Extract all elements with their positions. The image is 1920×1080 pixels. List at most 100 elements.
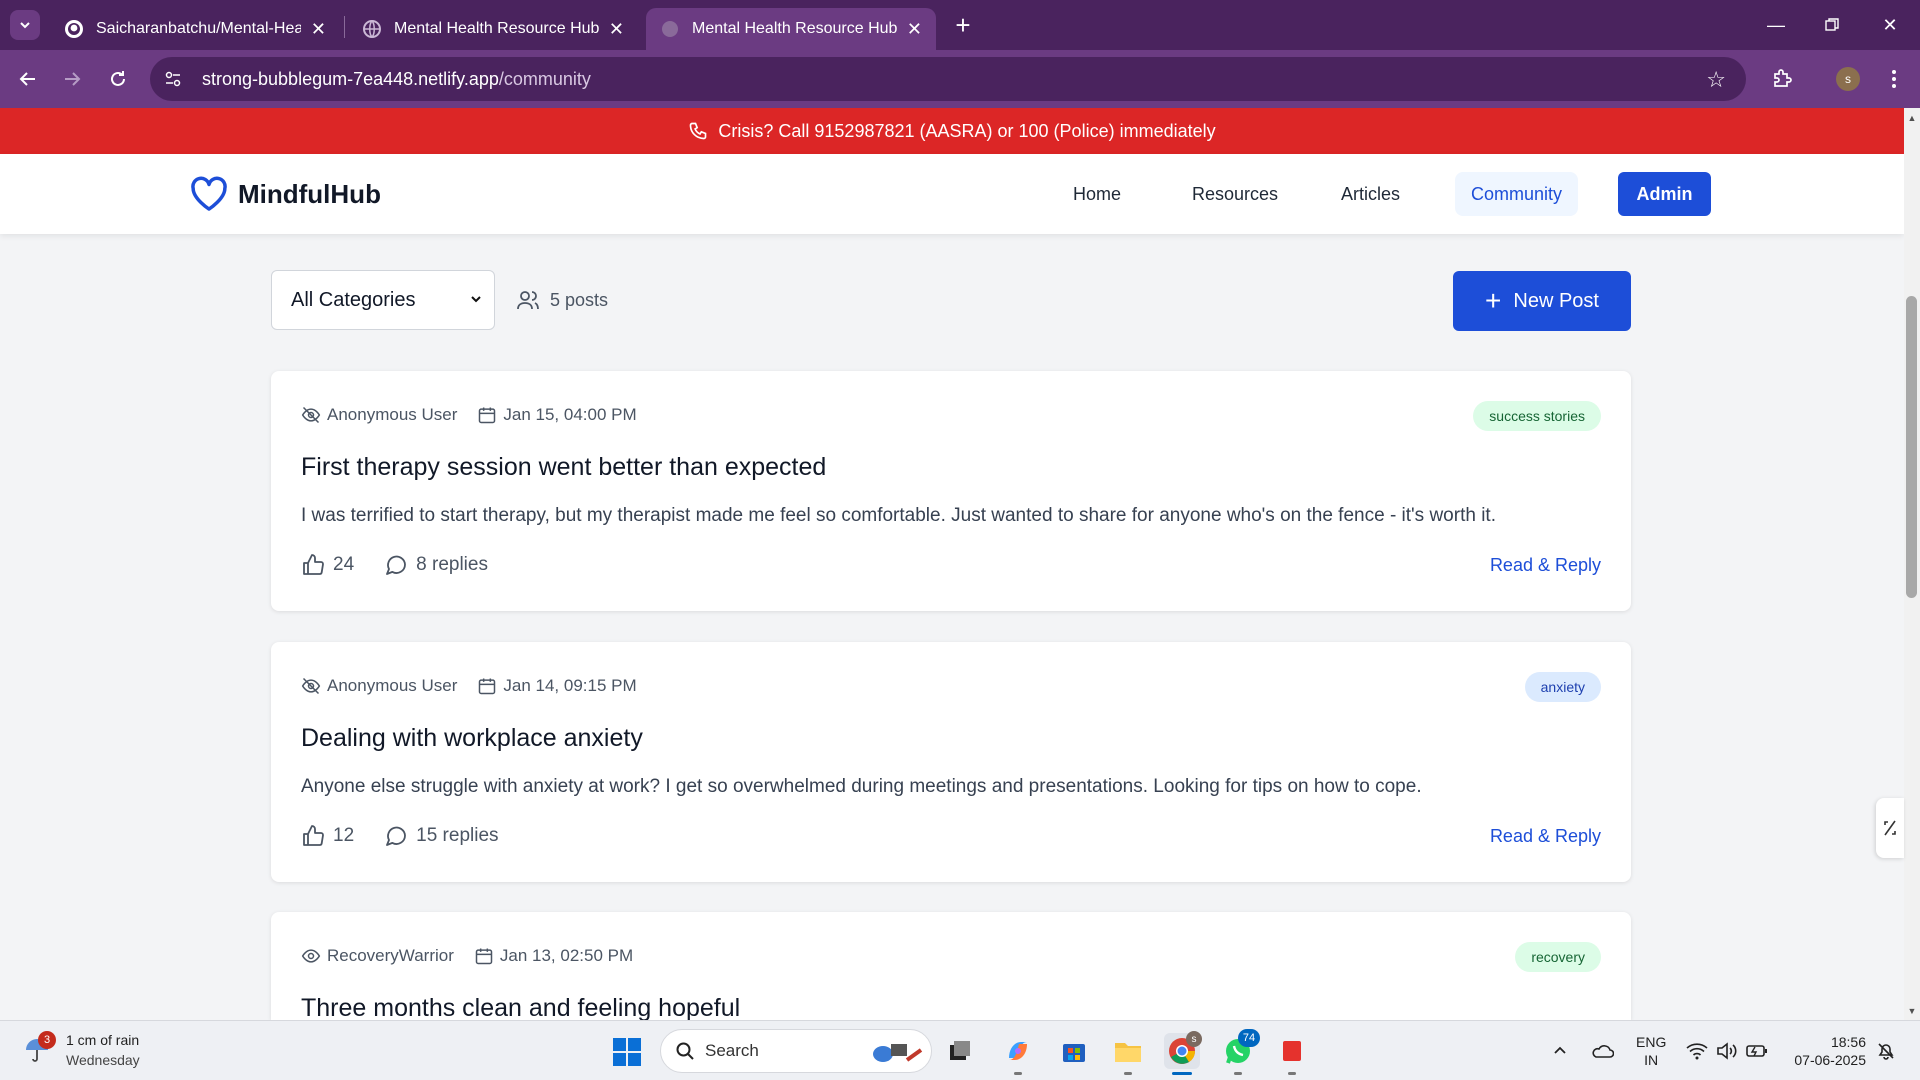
restore-button[interactable] [1812,10,1852,40]
read-reply-link[interactable]: Read & Reply [1490,826,1601,847]
task-view-icon [950,1041,970,1060]
nav-home[interactable]: Home [1057,172,1137,216]
nav-resources[interactable]: Resources [1176,172,1294,216]
browser-menu-button[interactable] [1878,63,1910,95]
weather-line1: 1 cm of rain [66,1032,140,1048]
post-stats: 24 8 replies [301,553,518,577]
scroll-down-arrow[interactable]: ▼ [1904,1003,1920,1019]
lang-line1: ENG [1636,1034,1667,1050]
tab-title: Mental Health Resource Hub - S [394,20,599,37]
post-body: I was terrified to start therapy, but my… [301,505,1496,526]
like-button[interactable]: 24 [301,553,354,577]
calendar-icon [479,678,496,695]
admin-button[interactable]: Admin [1618,172,1711,216]
show-hidden-icons[interactable] [1552,1021,1568,1080]
eye-off-icon [301,677,321,695]
thumbs-up-icon [303,825,324,846]
reload-button[interactable] [102,63,134,95]
taskbar-search[interactable]: Search [660,1029,932,1073]
reload-icon [111,71,125,86]
close-icon[interactable]: ✕ [609,19,624,40]
post-title[interactable]: Dealing with workplace anxiety [301,724,643,753]
copilot-app[interactable] [1000,1033,1036,1069]
language-indicator[interactable]: ENG IN [1636,1033,1666,1069]
read-reply-link[interactable]: Read & Reply [1490,555,1601,576]
onedrive-icon[interactable] [1590,1021,1614,1080]
whatsapp-badge: 74 [1238,1029,1260,1047]
task-view-app[interactable] [942,1033,978,1069]
post-title[interactable]: Three months clean and feeling hopeful [301,994,740,1020]
chrome-profile-badge: s [1186,1031,1202,1047]
chrome-app[interactable]: s [1164,1031,1202,1069]
file-explorer-app[interactable] [1110,1033,1146,1069]
scroll-up-arrow[interactable]: ▲ [1904,110,1920,126]
battery-icon[interactable] [1746,1021,1768,1080]
post-tag[interactable]: success stories [1473,401,1601,431]
scrollbar-thumb[interactable] [1906,296,1917,598]
replies-count[interactable]: 15 replies [384,824,499,848]
post-date: Jan 14, 09:15 PM [477,676,637,696]
nav-community[interactable]: Community [1455,172,1579,216]
store-app[interactable] [1056,1033,1092,1069]
clock-time: 18:56 [1830,1034,1866,1050]
post-tag[interactable]: anxiety [1524,672,1601,702]
new-tab-button[interactable]: + [948,10,978,40]
new-post-button[interactable]: + New Post [1453,271,1631,331]
side-panel-handle[interactable] [1876,798,1904,858]
bookmark-star-icon[interactable]: ☆ [1706,67,1726,93]
heart-icon [191,176,227,211]
back-button[interactable] [12,63,44,95]
browser-toolbar: strong-bubblegum-7ea448.netlify.app/comm… [0,50,1920,108]
tab-search-button[interactable] [10,10,40,40]
taskbar-clock[interactable]: 18:56 07-06-2025 [1776,1033,1866,1069]
weather-text: 1 cm of rain Wednesday [66,1030,140,1070]
pdf-app[interactable] [1274,1033,1310,1069]
lang-line2: IN [1644,1052,1659,1068]
post-title[interactable]: First therapy session went better than e… [301,453,826,482]
category-select[interactable]: All Categories [271,270,495,330]
post-tag[interactable]: recovery [1515,942,1601,972]
post-card[interactable]: Anonymous User Jan 14, 09:15 PM anxiety … [271,642,1631,882]
tab-resource-hub[interactable]: Mental Health Resource Hub - S ✕ [348,8,638,50]
replies-count[interactable]: 8 replies [384,553,488,577]
notification-bell-icon[interactable] [1876,1021,1896,1080]
tab-title: Saicharanbatchu/Mental-Health [96,20,301,37]
wifi-icon[interactable] [1686,1021,1708,1080]
like-count: 24 [333,554,355,575]
windows-start-icon[interactable] [612,1037,642,1067]
app-running-indicator [1234,1072,1242,1075]
brand-name: MindfulHub [238,178,381,209]
site-info-icon[interactable] [158,64,188,94]
profile-avatar[interactable]: s [1836,67,1860,91]
minimize-button[interactable]: — [1756,10,1796,40]
post-author: Anonymous User [301,676,457,696]
copilot-icon [1009,1042,1027,1060]
like-button[interactable]: 12 [301,824,354,848]
weather-widget[interactable]: 3 1 cm of rain Wednesday [22,1030,140,1070]
expand-icon [1884,820,1896,836]
close-icon[interactable]: ✕ [311,19,326,40]
tab-github[interactable]: Saicharanbatchu/Mental-Health ✕ [50,8,340,50]
windows-taskbar: 3 1 cm of rain Wednesday Search s 74 ENG… [0,1020,1920,1080]
whatsapp-app[interactable]: 74 [1220,1029,1260,1069]
weather-line2: Wednesday [66,1052,140,1068]
extensions-button[interactable] [1766,63,1798,95]
address-bar[interactable]: strong-bubblegum-7ea448.netlify.app/comm… [150,57,1746,101]
chevron-down-icon [471,296,481,303]
eye-icon [301,949,321,963]
brand-logo[interactable]: MindfulHub [190,176,381,212]
close-window-button[interactable]: ✕ [1870,10,1910,40]
calendar-icon [479,407,496,424]
chevron-down-icon [20,22,30,29]
post-author: Anonymous User [301,405,457,425]
thumbs-up-icon [303,554,324,575]
close-icon[interactable]: ✕ [907,19,922,40]
forward-button[interactable] [56,63,88,95]
volume-icon[interactable] [1716,1021,1738,1080]
post-card[interactable]: RecoveryWarrior Jan 13, 02:50 PM recover… [271,912,1631,1020]
post-card[interactable]: Anonymous User Jan 15, 04:00 PM success … [271,371,1631,611]
tab-resource-hub-active[interactable]: Mental Health Resource Hub - S ✕ [646,8,936,50]
nav-articles[interactable]: Articles [1325,172,1416,216]
arrow-left-icon [19,72,35,86]
post-stats: 12 15 replies [301,824,529,848]
